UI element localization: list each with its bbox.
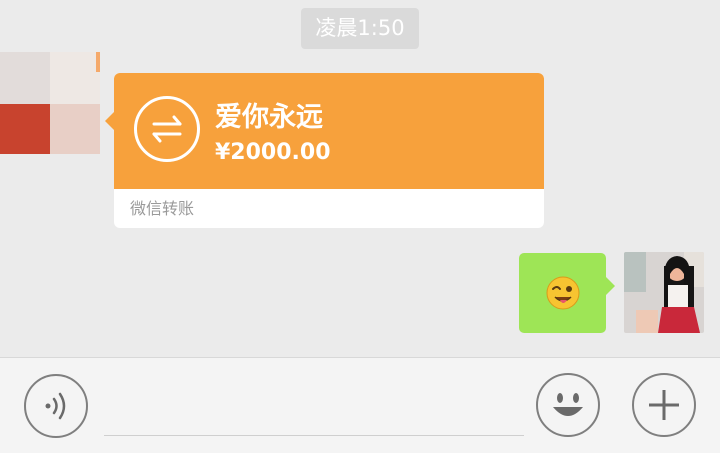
chat-input-bar bbox=[0, 358, 720, 453]
transfer-card-header: 爱你永远 ¥2000.00 bbox=[114, 73, 544, 189]
more-button[interactable] bbox=[632, 373, 696, 437]
sender-avatar[interactable] bbox=[0, 52, 100, 154]
bubble-pointer bbox=[606, 277, 615, 295]
transfer-message-card[interactable]: 爱你永远 ¥2000.00 微信转账 bbox=[105, 73, 544, 228]
transfer-arrows-icon bbox=[134, 96, 200, 162]
sticker-message-bubble[interactable] bbox=[519, 253, 615, 333]
voice-button[interactable] bbox=[24, 374, 88, 438]
transfer-note: 爱你永远 bbox=[215, 102, 323, 133]
message-timestamp: 凌晨1:50 bbox=[301, 8, 419, 49]
transfer-source-label: 微信转账 bbox=[130, 199, 195, 218]
plus-icon bbox=[649, 390, 679, 420]
smiley-icon bbox=[553, 393, 583, 416]
transfer-amount: ¥2000.00 bbox=[215, 140, 331, 165]
message-input[interactable] bbox=[104, 435, 524, 436]
my-avatar[interactable] bbox=[624, 252, 704, 333]
voice-icon bbox=[45, 392, 66, 420]
emoji-button[interactable] bbox=[536, 373, 600, 437]
winking-tongue-emoji-icon bbox=[546, 276, 580, 310]
